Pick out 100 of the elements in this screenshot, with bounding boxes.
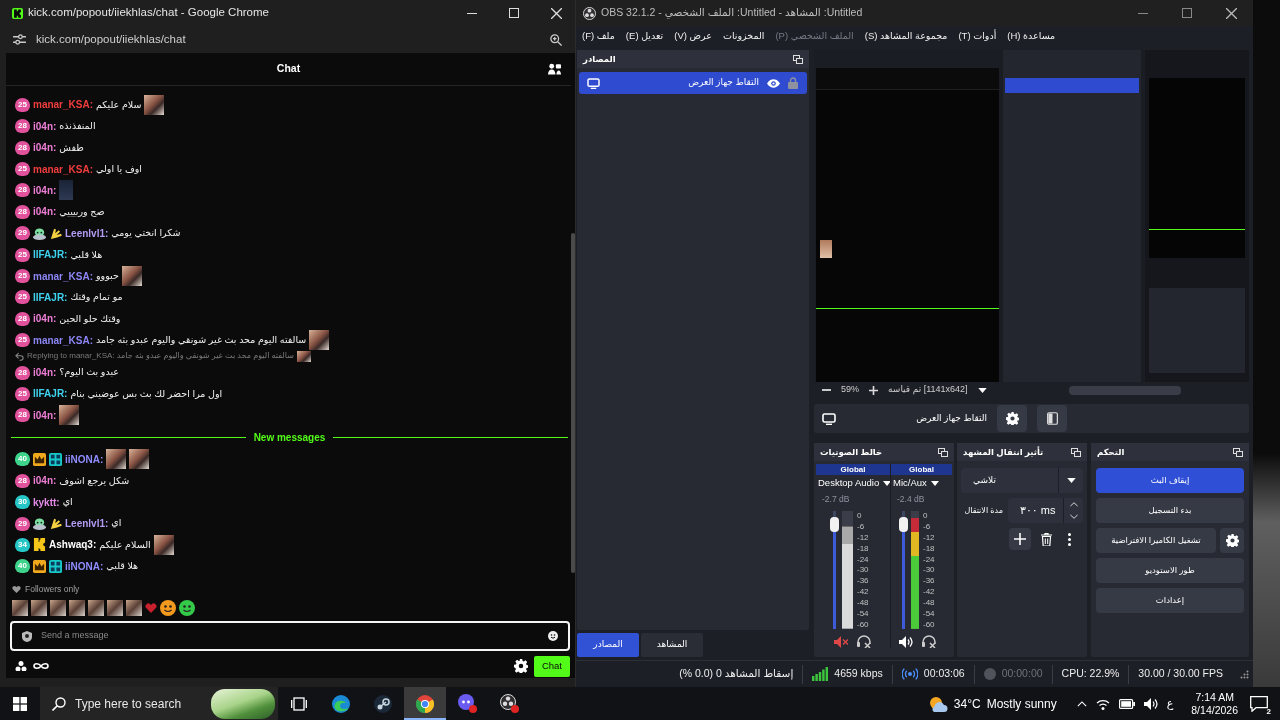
dropdown-caret-icon[interactable] (930, 481, 939, 486)
resize-grip-icon[interactable] (1240, 669, 1249, 679)
menu-item[interactable]: ملف (F) (582, 29, 615, 44)
control-button[interactable]: طور الاستوديو (1096, 558, 1244, 583)
transition-dropdown[interactable]: تلاشي (961, 468, 1083, 493)
battery-icon[interactable] (1118, 698, 1135, 709)
speaker-icon[interactable] (899, 635, 913, 648)
dots-icon[interactable] (15, 660, 27, 672)
control-button[interactable]: تشغيل الكاميرا الافتراضية (1096, 528, 1216, 553)
settings-icon[interactable] (513, 659, 528, 673)
username[interactable]: i04n: (33, 182, 57, 198)
filters-button[interactable] (1037, 405, 1067, 432)
dock-tab[interactable]: المصادر (577, 633, 639, 657)
username[interactable]: manar_KSA: (33, 161, 94, 177)
menu-item[interactable]: تعديل (E) (625, 29, 664, 44)
username[interactable]: i04n: (33, 311, 57, 327)
zoom-icon[interactable] (550, 33, 562, 46)
emote-image[interactable] (126, 599, 142, 616)
channel-name[interactable]: Mic/Aux (893, 476, 927, 491)
speaker-muted-icon[interactable] (834, 635, 848, 648)
username[interactable]: Ashwaq3: (49, 537, 97, 553)
heart-emoji-icon[interactable] (145, 602, 157, 613)
username[interactable]: manar_KSA: (33, 268, 94, 284)
add-button[interactable] (1009, 528, 1031, 550)
dock-tab[interactable]: المشاهد (641, 633, 703, 657)
close-icon[interactable] (1226, 7, 1237, 19)
message-input[interactable]: Send a message (41, 629, 539, 643)
emote-image[interactable] (50, 599, 66, 616)
username[interactable]: iiNONA: (65, 558, 104, 574)
dropdown-caret-icon[interactable] (977, 387, 987, 393)
undock-icon[interactable] (1233, 447, 1243, 457)
username[interactable]: Leenlvl1: (65, 225, 109, 241)
emote-image[interactable] (107, 599, 123, 616)
face-emoji-icon[interactable] (160, 599, 176, 616)
username[interactable]: i04n: (33, 407, 57, 423)
shield-icon[interactable] (22, 630, 32, 642)
close-icon[interactable] (551, 7, 562, 19)
control-button[interactable]: إعدادات (1096, 588, 1244, 613)
username[interactable]: i04n: (33, 140, 57, 156)
emoji-smiley-icon[interactable] (548, 631, 558, 641)
undock-icon[interactable] (1071, 447, 1081, 457)
menu-item[interactable]: المخزونات (722, 29, 765, 44)
chat-send-button[interactable]: Chat (533, 655, 570, 677)
clock-date[interactable]: 8/14/2026 (1191, 703, 1238, 717)
scrollbar-thumb[interactable] (571, 233, 575, 573)
headphones-off-icon[interactable] (922, 635, 936, 648)
properties-button[interactable] (997, 405, 1027, 432)
slider-thumb[interactable] (899, 516, 908, 532)
search-input[interactable]: Type here to search (75, 694, 202, 713)
face-emoji-icon[interactable] (179, 599, 195, 616)
username[interactable]: manar_KSA: (33, 332, 94, 348)
emote-image[interactable] (69, 599, 85, 616)
scrollbar-thumb[interactable] (1068, 385, 1181, 395)
username[interactable]: IIFAJR: (33, 247, 68, 263)
address-text[interactable]: kick.com/popout/iiekhlas/chat (36, 30, 186, 49)
duration-field[interactable]: ٣٠٠ ms (1008, 498, 1083, 523)
trash-icon[interactable] (1041, 532, 1052, 546)
taskbar-button[interactable] (404, 687, 446, 720)
temperature-text[interactable]: 34°C (953, 694, 981, 713)
control-button[interactable]: إيقاف البث (1096, 468, 1244, 493)
network-icon[interactable] (1095, 697, 1110, 710)
undock-icon[interactable] (938, 447, 948, 457)
username[interactable]: i04n: (33, 204, 57, 220)
emote-image[interactable] (31, 599, 47, 616)
source-item[interactable]: التقاط جهاز العرض (579, 72, 807, 94)
username[interactable]: i04n: (33, 473, 57, 489)
weather-condition[interactable]: Mostly sunny (986, 694, 1057, 713)
control-button[interactable]: بدء التسجيل (1096, 498, 1244, 523)
notification-icon[interactable] (1250, 695, 1268, 712)
start-icon[interactable] (13, 696, 27, 711)
users-icon[interactable] (548, 63, 561, 75)
headphones-off-icon[interactable] (857, 635, 871, 648)
menu-item[interactable]: مساعدة (H) (1007, 29, 1056, 44)
channel-name[interactable]: Desktop Audio (818, 476, 880, 491)
username[interactable]: i04n: (33, 365, 57, 381)
zoom-in-icon[interactable] (869, 385, 878, 395)
username[interactable]: kyktt: (33, 494, 60, 510)
eye-icon[interactable] (767, 78, 780, 88)
slider-thumb[interactable] (830, 516, 839, 532)
username[interactable]: manar_KSA: (33, 97, 94, 113)
more-options-icon[interactable] (1068, 532, 1071, 546)
menu-item[interactable]: أدوات (T) (958, 29, 997, 44)
username[interactable]: iiNONA: (65, 451, 104, 467)
emote-image[interactable] (88, 599, 104, 616)
menu-item[interactable]: مجموعة المشاهد (S) (864, 29, 948, 44)
username[interactable]: Leenlvl1: (65, 516, 109, 531)
minimize-icon[interactable] (467, 12, 477, 14)
settings-button[interactable] (1220, 528, 1244, 553)
menu-item[interactable]: عرض (V) (674, 29, 712, 44)
infinity-icon[interactable] (33, 662, 49, 670)
undock-icon[interactable] (793, 54, 803, 64)
username[interactable]: i04n: (33, 118, 57, 134)
emote-image[interactable] (12, 599, 28, 616)
weather-icon[interactable] (927, 695, 948, 712)
search-box[interactable]: Type here to search (40, 687, 278, 720)
step-up-icon[interactable] (1069, 501, 1078, 507)
input-language[interactable]: ع (1166, 695, 1174, 712)
username[interactable]: IIFAJR: (33, 386, 68, 402)
step-down-icon[interactable] (1069, 514, 1078, 520)
site-settings-icon[interactable] (13, 34, 26, 45)
